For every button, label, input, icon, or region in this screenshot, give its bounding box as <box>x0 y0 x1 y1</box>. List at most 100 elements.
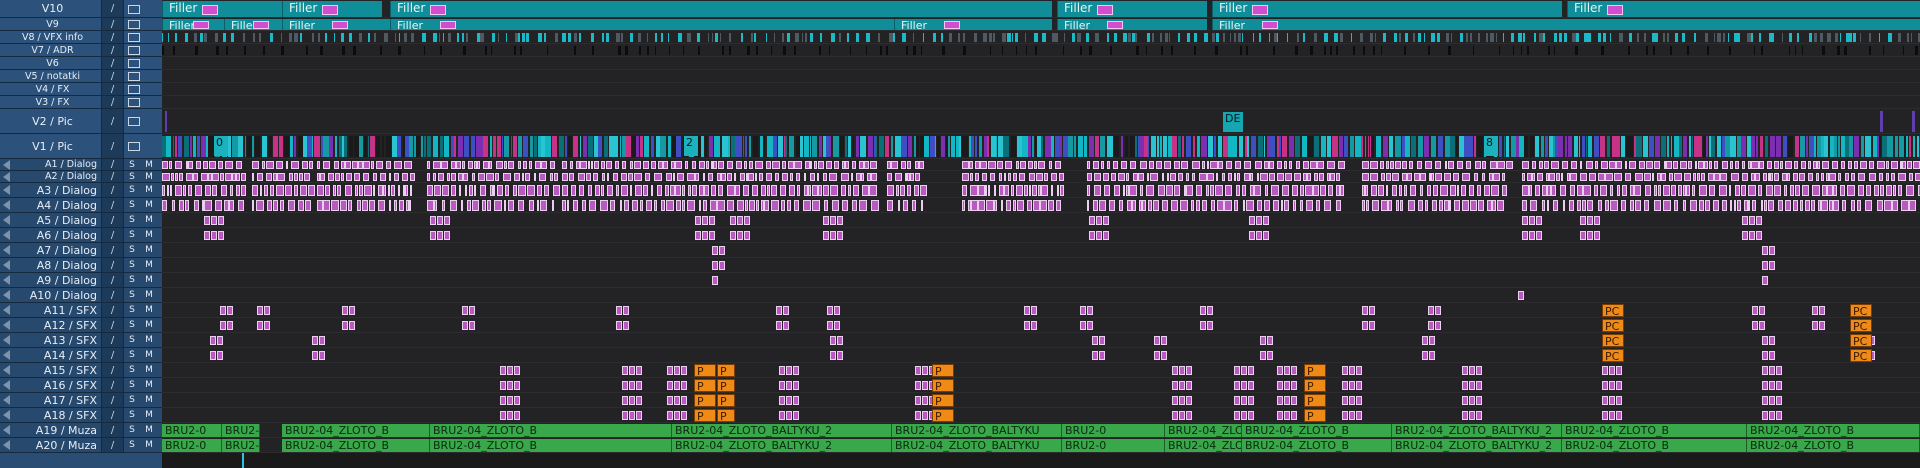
audio-clip[interactable] <box>636 381 642 390</box>
pic-clip[interactable] <box>773 136 778 157</box>
audio-clip[interactable] <box>1207 306 1213 315</box>
vfx-clip[interactable] <box>1055 33 1059 42</box>
dialog-clip[interactable] <box>717 185 724 196</box>
dialog-clip[interactable] <box>1300 200 1303 211</box>
pic-clip[interactable] <box>1369 136 1372 157</box>
pic-clip[interactable] <box>1769 136 1776 157</box>
solo-button[interactable]: S <box>124 333 140 347</box>
dialog-clip[interactable] <box>1630 200 1634 211</box>
dialog-clip[interactable] <box>1671 185 1676 196</box>
dialog-clip[interactable] <box>796 173 801 181</box>
dialog-clip[interactable] <box>581 200 587 211</box>
pic-clip[interactable] <box>907 136 912 157</box>
adr-clip[interactable] <box>353 46 357 55</box>
dialog-clip[interactable] <box>270 185 274 196</box>
dialog-clip[interactable] <box>824 200 828 211</box>
dialog-clip[interactable] <box>1893 185 1896 196</box>
audio-clip[interactable] <box>1234 396 1240 405</box>
audio-clip[interactable] <box>469 321 475 330</box>
audio-clip[interactable] <box>1762 276 1768 285</box>
vfx-clip[interactable] <box>568 33 572 42</box>
dialog-clip[interactable] <box>293 185 299 196</box>
pic-clip[interactable] <box>1375 136 1381 157</box>
dialog-clip[interactable] <box>587 185 593 196</box>
dialog-clip[interactable] <box>441 161 448 169</box>
audio-clip[interactable] <box>1087 321 1093 330</box>
dialog-clip[interactable] <box>651 185 654 196</box>
dialog-clip[interactable] <box>317 200 323 211</box>
solo-button[interactable]: S <box>124 258 140 272</box>
adr-clip[interactable] <box>1788 46 1790 55</box>
dialog-clip[interactable] <box>551 200 555 211</box>
pic-clip[interactable] <box>1523 136 1528 157</box>
dialog-clip[interactable] <box>567 200 570 211</box>
dialog-clip[interactable] <box>1209 161 1218 169</box>
dialog-clip[interactable] <box>915 173 920 181</box>
adr-clip[interactable] <box>1915 46 1918 55</box>
dialog-clip[interactable] <box>1146 173 1150 181</box>
music-clip[interactable]: BRU2-04_ZLOTO_BALTYKU <box>892 424 1062 437</box>
pic-clip[interactable] <box>348 136 354 157</box>
dialog-clip[interactable] <box>538 173 546 181</box>
dialog-clip[interactable] <box>256 200 264 211</box>
dialog-clip[interactable] <box>1474 161 1481 169</box>
music-clip[interactable]: BRU2-04_ZLOTO_B <box>430 424 672 437</box>
vfx-clip[interactable] <box>1437 33 1441 42</box>
audio-clip[interactable] <box>204 231 210 240</box>
dialog-clip[interactable] <box>643 161 649 169</box>
dialog-clip[interactable] <box>1235 161 1242 169</box>
dialog-clip[interactable] <box>1328 185 1334 196</box>
audio-clip[interactable] <box>776 306 782 315</box>
dialog-clip[interactable] <box>1015 161 1019 169</box>
audio-clip[interactable] <box>1256 216 1262 225</box>
adr-clip[interactable] <box>783 46 786 55</box>
sfx-clip[interactable]: P <box>694 364 716 377</box>
dialog-clip[interactable] <box>1560 185 1567 196</box>
dialog-clip[interactable] <box>632 200 638 211</box>
adr-clip[interactable] <box>244 46 246 55</box>
dialog-clip[interactable] <box>579 161 587 169</box>
dialog-clip[interactable] <box>449 200 458 211</box>
dialog-clip[interactable] <box>620 185 629 196</box>
track-target-toggle[interactable]: / <box>101 378 124 392</box>
dialog-clip[interactable] <box>830 185 838 196</box>
vfx-clip[interactable] <box>616 33 621 42</box>
audio-clip[interactable] <box>1776 396 1782 405</box>
audio-clip[interactable] <box>342 306 348 315</box>
vfx-clip[interactable] <box>1238 33 1242 42</box>
vfx-clip[interactable] <box>300 33 303 42</box>
audio-clip[interactable] <box>616 321 622 330</box>
dialog-clip[interactable] <box>727 173 733 181</box>
mute-button[interactable]: M <box>141 288 157 302</box>
dialog-clip[interactable] <box>354 185 358 196</box>
dialog-clip[interactable] <box>549 161 556 169</box>
dialog-clip[interactable] <box>379 173 386 181</box>
dialog-clip[interactable] <box>633 161 641 169</box>
adr-clip[interactable] <box>1869 46 1872 55</box>
audio-clip[interactable] <box>695 231 701 240</box>
pic-clip[interactable] <box>415 136 420 157</box>
dialog-clip[interactable] <box>489 161 493 169</box>
dialog-clip[interactable] <box>540 200 548 211</box>
dialog-clip[interactable] <box>856 173 861 181</box>
audio-clip[interactable] <box>1349 396 1355 405</box>
track-target-toggle[interactable]: / <box>101 288 124 302</box>
pic-clip[interactable] <box>1367 136 1369 157</box>
dialog-clip[interactable] <box>1133 173 1139 181</box>
dialog-clip[interactable] <box>1051 185 1054 196</box>
dialog-clip[interactable] <box>1562 161 1568 169</box>
mute-button[interactable]: M <box>141 318 157 332</box>
pic-clip[interactable] <box>273 136 278 157</box>
dialog-clip[interactable] <box>1609 200 1618 211</box>
audio-clip[interactable] <box>1762 411 1768 420</box>
pic-clip[interactable] <box>704 136 708 157</box>
dialog-clip[interactable] <box>533 173 536 181</box>
dialog-clip[interactable] <box>1093 185 1101 196</box>
mute-button[interactable]: M <box>141 243 157 257</box>
dialog-clip[interactable] <box>534 161 541 169</box>
dialog-clip[interactable] <box>1502 185 1508 196</box>
dialog-clip[interactable] <box>969 161 974 169</box>
music-clip[interactable]: BRU2-0 <box>162 439 222 452</box>
pic-clip[interactable] <box>1213 136 1217 157</box>
adr-clip[interactable] <box>1902 46 1905 55</box>
